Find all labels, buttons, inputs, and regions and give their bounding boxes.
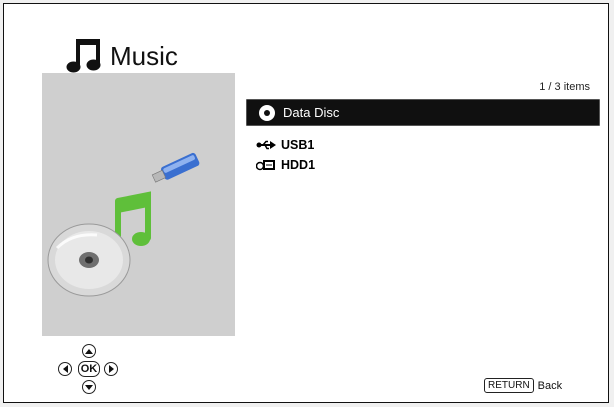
usb-stick-illustration bbox=[151, 152, 200, 183]
source-list: Data Disc USB1 HDD1 bbox=[246, 99, 600, 175]
hdd-icon bbox=[256, 160, 275, 171]
back-hint: RETURN Back bbox=[484, 378, 562, 393]
right-arrow-button[interactable] bbox=[104, 362, 118, 376]
music-note-icon bbox=[66, 39, 101, 73]
ok-button[interactable]: OK bbox=[78, 361, 100, 377]
right-arrow-icon bbox=[108, 365, 114, 373]
list-item-hdd1[interactable]: HDD1 bbox=[246, 155, 600, 175]
artwork-panel bbox=[42, 73, 235, 336]
left-arrow-icon bbox=[62, 365, 68, 373]
up-arrow-icon bbox=[85, 348, 93, 354]
list-item-label: USB1 bbox=[281, 138, 315, 152]
left-arrow-button[interactable] bbox=[58, 362, 72, 376]
music-artwork bbox=[47, 152, 200, 297]
list-item-label: HDD1 bbox=[281, 158, 316, 172]
list-item-data-disc[interactable]: Data Disc bbox=[246, 99, 600, 126]
back-label: Back bbox=[537, 379, 563, 392]
page-title: Music bbox=[110, 41, 178, 71]
return-button[interactable]: RETURN bbox=[484, 378, 534, 393]
down-arrow-icon bbox=[85, 384, 93, 390]
cd-illustration bbox=[47, 223, 131, 297]
list-item-label: Data Disc bbox=[283, 105, 340, 120]
music-screen: Music 1 / 3 items Data Disc USB1 HDD1 OK… bbox=[3, 3, 609, 403]
disc-icon bbox=[259, 104, 275, 121]
up-arrow-button[interactable] bbox=[82, 344, 96, 358]
down-arrow-button[interactable] bbox=[82, 380, 96, 394]
usb-icon bbox=[256, 140, 276, 150]
list-item-usb1[interactable]: USB1 bbox=[246, 135, 600, 155]
header: Music bbox=[62, 34, 178, 78]
item-count: 1 / 3 items bbox=[539, 81, 590, 93]
navigation-pad: OK bbox=[49, 340, 129, 400]
